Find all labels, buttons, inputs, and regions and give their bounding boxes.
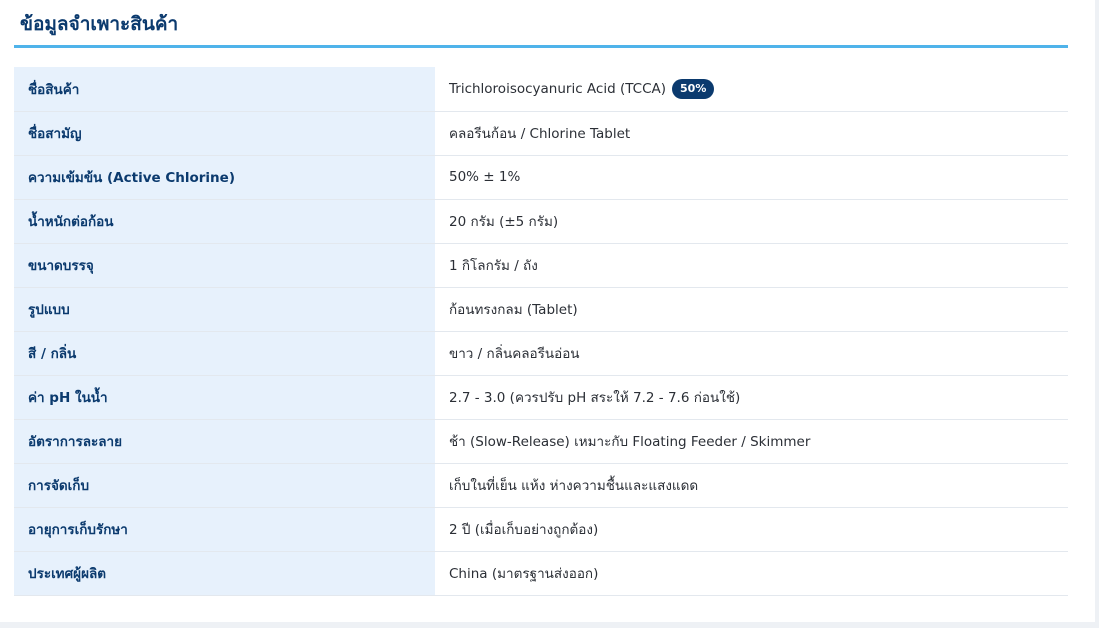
- spec-label: ชื่อสินค้า: [14, 67, 435, 112]
- spec-label: ค่า pH ในน้ำ: [14, 375, 435, 420]
- spec-row-product-name: ชื่อสินค้า Trichloroisocyanuric Acid (TC…: [14, 67, 1068, 112]
- spec-label: ขนาดบรรจุ: [14, 243, 435, 288]
- spec-label: ประเทศผู้ผลิต: [14, 551, 435, 596]
- spec-row-color-odor: สี / กลิ่น ขาว / กลิ่นคลอรีนอ่อน: [14, 331, 1068, 376]
- product-spec-panel: ข้อมูลจำเพาะสินค้า ชื่อสินค้า Trichloroi…: [0, 0, 1095, 622]
- spec-value: ขาว / กลิ่นคลอรีนอ่อน: [435, 331, 1068, 376]
- spec-row-common-name: ชื่อสามัญ คลอรีนก้อน / Chlorine Tablet: [14, 111, 1068, 156]
- spec-value: 20 กรัม (±5 กรัม): [435, 199, 1068, 244]
- spec-value: คลอรีนก้อน / Chlorine Tablet: [435, 111, 1068, 156]
- spec-row-ph: ค่า pH ในน้ำ 2.7 - 3.0 (ควรปรับ pH สระให…: [14, 375, 1068, 420]
- spec-label: ชื่อสามัญ: [14, 111, 435, 156]
- spec-table: ชื่อสินค้า Trichloroisocyanuric Acid (TC…: [14, 67, 1068, 596]
- spec-value: 50% ± 1%: [435, 155, 1068, 200]
- spec-row-form: รูปแบบ ก้อนทรงกลม (Tablet): [14, 287, 1068, 332]
- spec-label: การจัดเก็บ: [14, 463, 435, 508]
- section-title: ข้อมูลจำเพาะสินค้า: [20, 13, 179, 35]
- spec-label: สี / กลิ่น: [14, 331, 435, 376]
- spec-row-concentration: ความเข้มข้น (Active Chlorine) 50% ± 1%: [14, 155, 1068, 200]
- spec-label: ความเข้มข้น (Active Chlorine): [14, 155, 435, 200]
- spec-label: อัตราการละลาย: [14, 419, 435, 464]
- spec-row-storage: การจัดเก็บ เก็บในที่เย็น แห้ง ห่างความชื…: [14, 463, 1068, 508]
- spec-value: 1 กิโลกรัม / ถัง: [435, 243, 1068, 288]
- spec-value: 2 ปี (เมื่อเก็บอย่างถูกต้อง): [435, 507, 1068, 552]
- title-underline: [14, 45, 1068, 48]
- spec-value: China (มาตรฐานส่งออก): [435, 551, 1068, 596]
- page-edge: [1095, 0, 1099, 628]
- spec-row-weight: น้ำหนักต่อก้อน 20 กรัม (±5 กรัม): [14, 199, 1068, 244]
- spec-value: 2.7 - 3.0 (ควรปรับ pH สระให้ 7.2 - 7.6 ก…: [435, 375, 1068, 420]
- spec-value: ก้อนทรงกลม (Tablet): [435, 287, 1068, 332]
- spec-value: Trichloroisocyanuric Acid (TCCA): [449, 80, 667, 97]
- concentration-badge: 50%: [672, 78, 715, 99]
- spec-row-dissolution: อัตราการละลาย ช้า (Slow-Release) เหมาะกั…: [14, 419, 1068, 464]
- spec-label: รูปแบบ: [14, 287, 435, 332]
- spec-row-package-size: ขนาดบรรจุ 1 กิโลกรัม / ถัง: [14, 243, 1068, 288]
- spec-row-shelf-life: อายุการเก็บรักษา 2 ปี (เมื่อเก็บอย่างถูก…: [14, 507, 1068, 552]
- spec-value-cell: Trichloroisocyanuric Acid (TCCA) 50%: [435, 67, 1068, 112]
- spec-label: น้ำหนักต่อก้อน: [14, 199, 435, 244]
- spec-row-origin: ประเทศผู้ผลิต China (มาตรฐานส่งออก): [14, 551, 1068, 596]
- spec-value: ช้า (Slow-Release) เหมาะกับ Floating Fee…: [435, 419, 1068, 464]
- spec-value: เก็บในที่เย็น แห้ง ห่างความชื้นและแสงแดด: [435, 463, 1068, 508]
- spec-label: อายุการเก็บรักษา: [14, 507, 435, 552]
